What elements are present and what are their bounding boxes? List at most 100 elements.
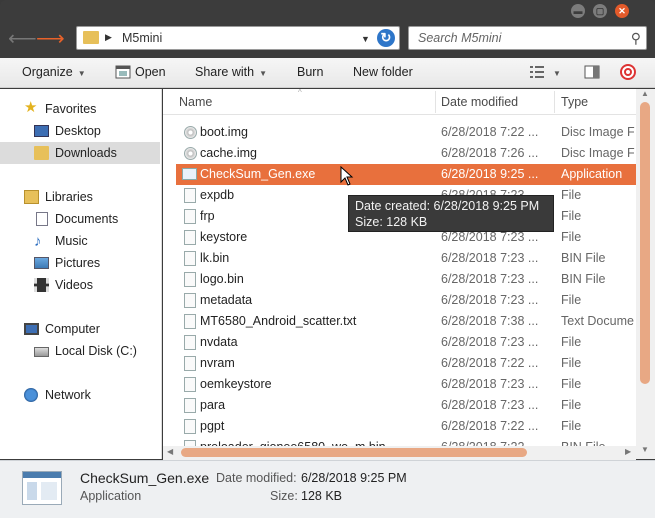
application-icon [182, 168, 197, 180]
help-icon[interactable] [620, 64, 636, 80]
file-date-modified: 6/28/2018 7:23 ... [441, 293, 539, 307]
file-name: para [200, 398, 226, 412]
sidebar-item-downloads[interactable]: Downloads [0, 142, 160, 164]
file-row[interactable]: pgpt 6/28/2018 7:22 ... File [176, 416, 638, 437]
search-icon[interactable]: ⚲ [631, 30, 641, 47]
file-row[interactable]: oemkeystore 6/28/2018 7:23 ... File [176, 374, 638, 395]
file-name: nvdata [200, 335, 238, 349]
chevron-down-icon: ▼ [77, 69, 86, 78]
column-divider[interactable] [435, 91, 436, 113]
address-bar[interactable]: ▶ M5mini ▼ ↻ [76, 26, 400, 50]
sidebar-label: Network [45, 388, 91, 402]
file-row[interactable]: para 6/28/2018 7:23 ... File [176, 395, 638, 416]
file-list: ^ Name Date modified Type boot.img 6/28/2… [163, 89, 655, 459]
file-type: File [561, 230, 582, 244]
share-with-button[interactable]: Share with ▼ [195, 65, 267, 79]
file-row[interactable]: MT6580_Android_scatter.txt 6/28/2018 7:38… [176, 311, 638, 332]
sidebar-item-network[interactable]: Network [0, 384, 160, 406]
computer-icon [24, 323, 39, 335]
file-icon [184, 230, 196, 245]
new-folder-button[interactable]: New folder [353, 65, 413, 79]
sidebar-item-desktop[interactable]: Desktop [0, 120, 160, 142]
file-type: Disc Image F [561, 125, 635, 139]
scroll-left-icon[interactable]: ◀ [167, 447, 173, 456]
file-row[interactable]: CheckSum_Gen.exe 6/28/2018 9:25 ... Applic… [176, 164, 638, 185]
back-arrow-icon[interactable]: ⟵ [8, 29, 37, 49]
sidebar-item-music[interactable]: ♪ Music [0, 230, 160, 252]
file-icon [184, 356, 196, 371]
vertical-scrollbar[interactable]: ▲ ▼ [636, 89, 655, 459]
breadcrumb-separator-icon[interactable]: ▶ [105, 32, 112, 43]
file-row[interactable]: logo.bin 6/28/2018 7:23 ... BIN File [176, 269, 638, 290]
column-header-name[interactable]: Name [179, 95, 212, 109]
maximize-icon[interactable]: ▢ [593, 4, 607, 18]
vertical-scroll-thumb[interactable] [640, 102, 650, 384]
pictures-icon [34, 257, 49, 269]
open-button[interactable]: Open [135, 65, 166, 79]
file-row[interactable]: nvdata 6/28/2018 7:23 ... File [176, 332, 638, 353]
sidebar-item-local-disk[interactable]: Local Disk (C:) [0, 340, 160, 362]
horizontal-scroll-thumb[interactable] [181, 448, 527, 457]
file-name: nvram [200, 356, 235, 370]
file-row[interactable]: metadata 6/28/2018 7:23 ... File [176, 290, 638, 311]
file-row[interactable]: nvram 6/28/2018 7:22 ... File [176, 353, 638, 374]
details-file-type: Application [80, 489, 142, 503]
sidebar-item-libraries[interactable]: Libraries [0, 186, 160, 208]
sidebar-label: Downloads [55, 146, 117, 160]
file-name: pgpt [200, 419, 225, 433]
command-bar: Organize ▼ Open Share with ▼ Burn New fold… [0, 58, 655, 88]
application-large-icon [22, 471, 62, 505]
text-file-icon [184, 314, 196, 329]
column-header-date-modified[interactable]: Date modified [441, 95, 518, 109]
column-divider[interactable] [554, 91, 555, 113]
file-icon [184, 419, 196, 434]
file-type: Application [561, 167, 623, 181]
forward-arrow-icon[interactable]: ⟶ [36, 29, 65, 49]
view-options-icon[interactable] [529, 64, 545, 80]
file-name: boot.img [200, 125, 248, 139]
scroll-up-icon[interactable]: ▲ [641, 89, 649, 98]
burn-button[interactable]: Burn [297, 65, 323, 79]
file-icon [184, 209, 196, 224]
file-name: MT6580_Android_scatter.txt [200, 314, 357, 328]
sidebar-label: Videos [55, 278, 93, 292]
file-icon [184, 272, 196, 287]
column-header-type[interactable]: Type [561, 95, 588, 109]
documents-icon [36, 212, 48, 226]
address-dropdown-icon[interactable]: ▼ [361, 34, 370, 44]
sort-caret-icon: ^ [298, 89, 302, 97]
view-dropdown-icon[interactable]: ▼ [553, 69, 561, 78]
preview-pane-icon[interactable] [584, 64, 600, 80]
file-row[interactable]: cache.img 6/28/2018 7:26 ... Disc Image F [176, 143, 638, 164]
minimize-icon[interactable]: ▬ [571, 4, 585, 18]
file-date-modified: 6/28/2018 7:22 ... [441, 356, 539, 370]
organize-button[interactable]: Organize ▼ [22, 65, 86, 79]
search-input[interactable]: Search M5mini ⚲ [408, 26, 647, 50]
file-type: File [561, 377, 582, 391]
details-date-label: Date modified: [216, 471, 297, 485]
scroll-down-icon[interactable]: ▼ [641, 445, 649, 454]
sidebar-label: Favorites [45, 102, 97, 116]
explorer-window: ▬ ▢ ✕ ⟵ ⟶ ▶ M5mini ▼ ↻ Search M5mini ⚲ O… [0, 0, 655, 518]
breadcrumb-m5mini[interactable]: M5mini [122, 31, 162, 45]
sidebar-label: Documents [55, 212, 119, 226]
refresh-icon[interactable]: ↻ [377, 29, 395, 47]
file-icon [184, 251, 196, 266]
sidebar-label: Pictures [55, 256, 101, 270]
scroll-right-icon[interactable]: ▶ [625, 447, 631, 456]
file-row[interactable]: lk.bin 6/28/2018 7:23 ... BIN File [176, 248, 638, 269]
sidebar-item-favorites[interactable]: ★ Favorites [0, 98, 160, 120]
file-type: Text Docume [561, 314, 634, 328]
file-name: cache.img [200, 146, 257, 160]
horizontal-scrollbar[interactable]: ◀ ▶ [163, 446, 636, 460]
sidebar-item-computer[interactable]: Computer [0, 318, 160, 340]
sidebar-item-videos[interactable]: Videos [0, 274, 160, 296]
music-icon: ♪ [34, 233, 42, 250]
file-name: keystore [200, 230, 248, 244]
file-name: metadata [200, 293, 253, 307]
sidebar-item-pictures[interactable]: Pictures [0, 252, 160, 274]
file-row[interactable]: boot.img 6/28/2018 7:22 ... Disc Image F [176, 122, 638, 143]
close-icon[interactable]: ✕ [615, 4, 629, 18]
file-date-modified: 6/28/2018 9:25 ... [441, 167, 539, 181]
sidebar-item-documents[interactable]: Documents [0, 208, 160, 230]
